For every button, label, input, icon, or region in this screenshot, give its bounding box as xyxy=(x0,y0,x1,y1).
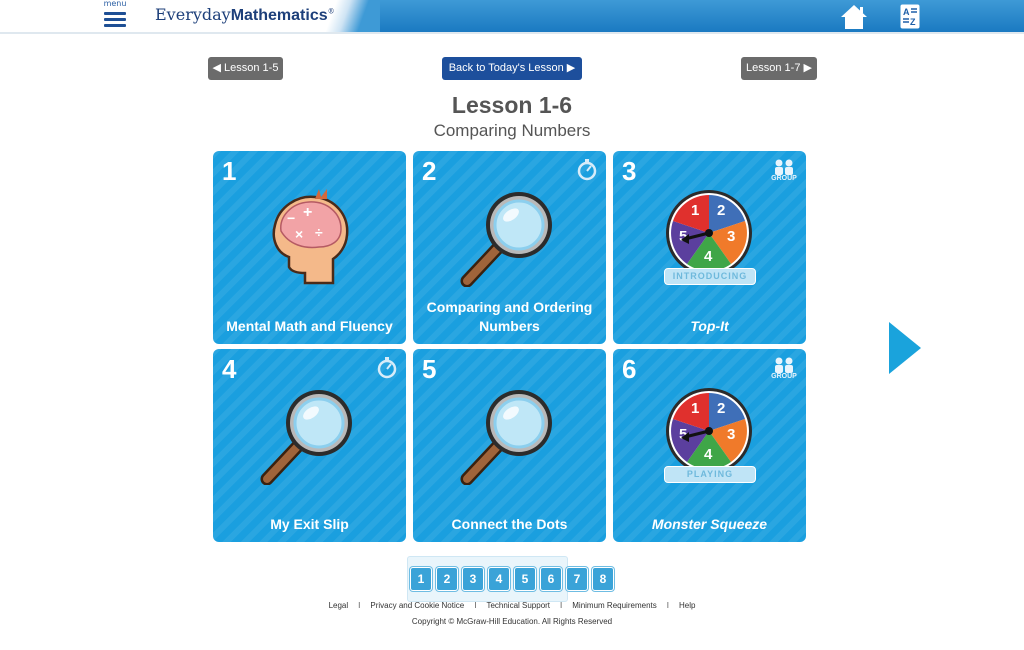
svg-text:1: 1 xyxy=(691,202,699,219)
activity-tile-1[interactable]: 1 − + × ÷ Mental Math and Fluency xyxy=(213,151,406,344)
footer-separator: I xyxy=(666,601,669,610)
svg-text:2: 2 xyxy=(717,400,725,417)
spinner-icon: 2 3 4 5 1 xyxy=(666,190,752,276)
next-lesson-label: Lesson 1-7 xyxy=(746,62,801,74)
right-arrow-icon: ▶ xyxy=(563,62,576,74)
svg-text:4: 4 xyxy=(704,446,713,463)
activity-label: Monster Squeeze xyxy=(651,516,768,532)
header-divider xyxy=(0,32,1024,34)
svg-text:−: − xyxy=(287,210,295,226)
svg-text:3: 3 xyxy=(727,228,735,245)
activity-label: Mental Math and Fluency xyxy=(226,318,393,334)
activity-tile-3[interactable]: 3 GROUP 2 3 4 5 1 INTRODUCING Top-It xyxy=(613,151,806,344)
group-label: GROUP xyxy=(771,373,797,380)
glossary-az-icon[interactable]: A Z xyxy=(900,4,920,29)
group-badge: GROUP xyxy=(771,159,797,182)
activity-number: 6 xyxy=(622,354,637,384)
back-to-today-button[interactable]: Back to Today's Lesson ▶ xyxy=(442,57,582,80)
activity-tile-2[interactable]: 2 Comparing and Ordering Numbers xyxy=(413,151,606,344)
svg-text:+: + xyxy=(303,204,312,221)
app-logo: EverydayMathematics® xyxy=(155,5,335,25)
lesson-title: Lesson 1-6 xyxy=(451,92,573,118)
hamburger-icon xyxy=(104,12,126,15)
footer-separator: I xyxy=(474,601,477,610)
svg-text:÷: ÷ xyxy=(315,224,323,240)
copyright-notice: Copyright © McGraw-Hill Education. All R… xyxy=(411,617,613,626)
spinner-icon: 2 3 4 5 1 xyxy=(666,388,752,474)
activity-label: Top-It xyxy=(690,318,729,334)
activity-status-pill: PLAYING xyxy=(664,466,756,483)
footer-link-requirements[interactable]: Minimum Requirements xyxy=(572,601,656,610)
svg-text:1: 1 xyxy=(691,400,699,417)
home-icon[interactable] xyxy=(840,4,868,30)
activity-number: 2 xyxy=(422,156,437,186)
previous-lesson-label: Lesson 1-5 xyxy=(224,62,279,74)
svg-text:2: 2 xyxy=(717,202,725,219)
page-button-3[interactable]: 3 xyxy=(462,567,484,591)
stopwatch-icon xyxy=(577,159,597,181)
next-page-arrow-icon[interactable] xyxy=(887,322,921,374)
activity-number: 4 xyxy=(222,354,237,384)
previous-lesson-button[interactable]: ◀ Lesson 1-5 xyxy=(208,57,283,80)
activity-number: 5 xyxy=(422,354,437,384)
svg-text:3: 3 xyxy=(727,426,735,443)
lesson-subtitle: Comparing Numbers xyxy=(433,121,591,140)
footer-separator: I xyxy=(560,601,563,610)
svg-text:Z: Z xyxy=(910,17,916,27)
activity-label: My Exit Slip xyxy=(270,516,349,532)
stopwatch-icon xyxy=(377,357,397,379)
activity-tile-4[interactable]: 4 My Exit Slip xyxy=(213,349,406,542)
menu-label: menu xyxy=(103,0,127,8)
page-button-5[interactable]: 5 xyxy=(514,567,536,591)
activity-tile-6[interactable]: 6 GROUP 2 3 4 5 1 PLAYING Monster Squeez… xyxy=(613,349,806,542)
logo-text-everyday: Everyday xyxy=(155,5,231,24)
activity-tile-5[interactable]: 5 Connect the Dots xyxy=(413,349,606,542)
magnifying-glass-icon xyxy=(460,192,552,287)
brain-head-icon: − + × ÷ xyxy=(272,189,349,285)
page-button-4[interactable]: 4 xyxy=(488,567,510,591)
group-icon xyxy=(775,357,793,373)
menu-button[interactable]: menu xyxy=(100,0,130,32)
page-button-7[interactable]: 7 xyxy=(566,567,588,591)
footer-link-help[interactable]: Help xyxy=(679,601,695,610)
activity-label: Connect the Dots xyxy=(451,516,568,532)
page-button-8[interactable]: 8 xyxy=(592,567,614,591)
page-button-1[interactable]: 1 xyxy=(410,567,432,591)
page-button-6[interactable]: 6 xyxy=(540,567,562,591)
next-lesson-button[interactable]: Lesson 1-7 ▶ xyxy=(741,57,817,80)
activity-number: 3 xyxy=(622,156,637,186)
svg-text:×: × xyxy=(295,226,303,242)
footer-link-support[interactable]: Technical Support xyxy=(486,601,550,610)
footer-link-legal[interactable]: Legal xyxy=(329,601,349,610)
activity-status-pill: INTRODUCING xyxy=(664,268,756,285)
magnifying-glass-icon xyxy=(260,390,352,485)
logo-text-mathematics: Mathematics xyxy=(230,7,328,24)
back-to-today-label: Back to Today's Lesson xyxy=(448,62,564,74)
activity-number: 1 xyxy=(222,156,237,186)
activity-label: Comparing and Ordering Numbers xyxy=(426,299,593,334)
svg-text:4: 4 xyxy=(704,248,713,265)
group-label: GROUP xyxy=(771,175,797,182)
page-button-2[interactable]: 2 xyxy=(436,567,458,591)
group-badge: GROUP xyxy=(771,357,797,380)
footer-separator: I xyxy=(358,601,361,610)
logo-mark: ® xyxy=(327,7,335,16)
hamburger-icon-bar xyxy=(104,24,126,27)
svg-text:A: A xyxy=(903,7,910,17)
footer-link-privacy[interactable]: Privacy and Cookie Notice xyxy=(370,601,464,610)
next-arrow-icon: ▶ xyxy=(800,62,812,74)
magnifying-glass-icon xyxy=(460,390,552,485)
group-icon xyxy=(775,159,793,175)
hamburger-icon-bar xyxy=(104,18,126,21)
app-header: menu EverydayMathematics® A Z xyxy=(0,0,1024,34)
footer-links: Legal I Privacy and Cookie Notice I Technica… xyxy=(0,601,1024,610)
prev-arrow-icon: ◀ xyxy=(212,62,225,74)
